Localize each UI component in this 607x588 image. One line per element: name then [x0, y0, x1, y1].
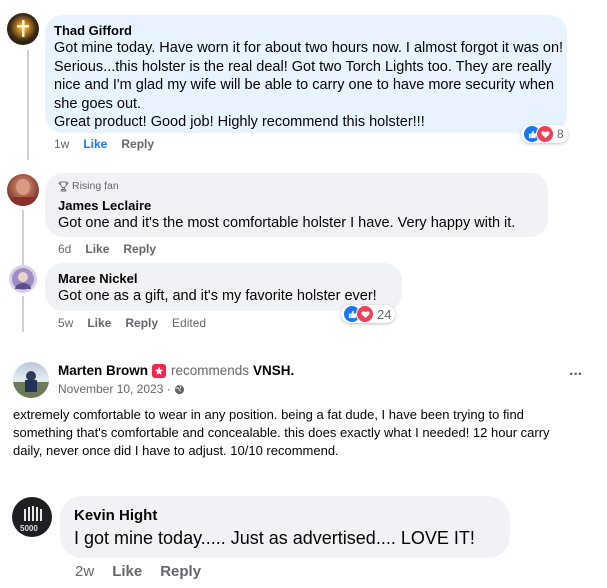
comment-bubble: Thad Gifford Got mine today. Have worn i… — [45, 15, 567, 133]
like-link[interactable]: Like — [85, 242, 109, 256]
thread-line — [22, 210, 24, 265]
comment-text: Got one as a gift, and it's my favorite … — [58, 288, 377, 304]
comment-bubble: Maree Nickel Got one as a gift, and it's… — [45, 263, 402, 311]
profile-photo-icon — [12, 268, 34, 290]
thread-line — [22, 296, 24, 332]
comment-line: Serious...this holster is the real deal!… — [54, 58, 552, 75]
comment-bubble: Rising fan James Leclaire Got one and it… — [45, 173, 548, 237]
review-date: November 10, 2023 · — [58, 382, 185, 396]
review-header: Marten Brown recommends VNSH. — [58, 363, 294, 378]
recommends-label: recommends — [171, 363, 250, 378]
review-line: extremely comfortable to wear in any pos… — [13, 407, 524, 422]
trophy-icon — [58, 181, 69, 191]
recommended-page[interactable]: VNSH. — [253, 363, 294, 378]
comment-actions: 2w Like Reply — [75, 563, 215, 580]
cross-icon — [17, 20, 29, 37]
rising-fan-badge[interactable]: Rising fan — [58, 180, 119, 192]
comment-actions: 1w Like Reply — [54, 137, 168, 151]
reply-link[interactable]: Reply — [121, 137, 154, 151]
more-options-icon[interactable]: ··· — [569, 366, 583, 384]
avatar[interactable]: 5000 — [12, 497, 52, 537]
comment-time[interactable]: 5w — [58, 316, 73, 330]
review-author[interactable]: Marten Brown — [58, 363, 148, 378]
love-reaction-icon — [536, 125, 554, 143]
reaction-count: 24 — [377, 306, 392, 322]
like-link[interactable]: Like — [112, 563, 142, 580]
comment-bubble: Kevin Hight I got mine today..... Just a… — [60, 496, 510, 558]
reaction-summary[interactable]: 8 — [521, 125, 568, 143]
comment-line: Got mine today. Have worn it for about t… — [54, 40, 564, 56]
edited-label: Edited — [172, 316, 207, 330]
avatar[interactable] — [13, 362, 49, 398]
comment-time[interactable]: 2w — [75, 563, 94, 580]
review-date-text[interactable]: November 10, 2023 · — [58, 382, 171, 396]
profile-photo-icon — [11, 179, 35, 206]
like-link[interactable]: Like — [83, 137, 107, 151]
reply-link[interactable]: Reply — [160, 563, 201, 580]
like-link[interactable]: Like — [87, 316, 111, 330]
comment-actions: 5w Like Reply Edited — [58, 316, 220, 330]
reaction-count: 8 — [557, 127, 564, 141]
comment-text: Got one and it's the most comfortable ho… — [58, 215, 516, 231]
recommend-icon — [152, 363, 167, 378]
badge-label: Rising fan — [72, 180, 119, 192]
avatar[interactable] — [9, 265, 37, 293]
comment-text: Got mine today. Have worn it for about t… — [54, 39, 564, 132]
thread-line — [27, 50, 29, 160]
reply-link[interactable]: Reply — [125, 316, 158, 330]
avatar-text: 5000 — [20, 524, 38, 533]
reply-link[interactable]: Reply — [123, 242, 156, 256]
comment-author[interactable]: Thad Gifford — [54, 23, 132, 38]
avatar[interactable] — [7, 174, 39, 206]
comment-time[interactable]: 6d — [58, 242, 71, 256]
review-text: extremely comfortable to wear in any pos… — [13, 406, 550, 460]
avatar[interactable] — [7, 13, 39, 45]
comment-author[interactable]: Kevin Hight — [74, 507, 157, 524]
comment-line: she goes out. — [54, 95, 142, 112]
love-reaction-icon — [356, 305, 374, 323]
comment-line: Great product! Good job! Highly recommen… — [54, 114, 425, 130]
review-line: something that's comfortable and conceal… — [13, 425, 550, 440]
profile-photo-icon — [13, 371, 49, 398]
comment-time[interactable]: 1w — [54, 137, 69, 151]
comment-author[interactable]: James Leclaire — [58, 198, 151, 213]
review-line: daily, never once did I have to adjust. … — [13, 443, 339, 458]
reaction-summary[interactable]: 24 — [341, 305, 396, 323]
comment-author[interactable]: Maree Nickel — [58, 271, 138, 286]
comment-actions: 6d Like Reply — [58, 242, 170, 256]
comment-line: nice and I'm glad my wife will be able t… — [54, 77, 555, 93]
globe-icon — [174, 384, 184, 394]
comment-text: I got mine today..... Just as advertised… — [74, 528, 475, 548]
